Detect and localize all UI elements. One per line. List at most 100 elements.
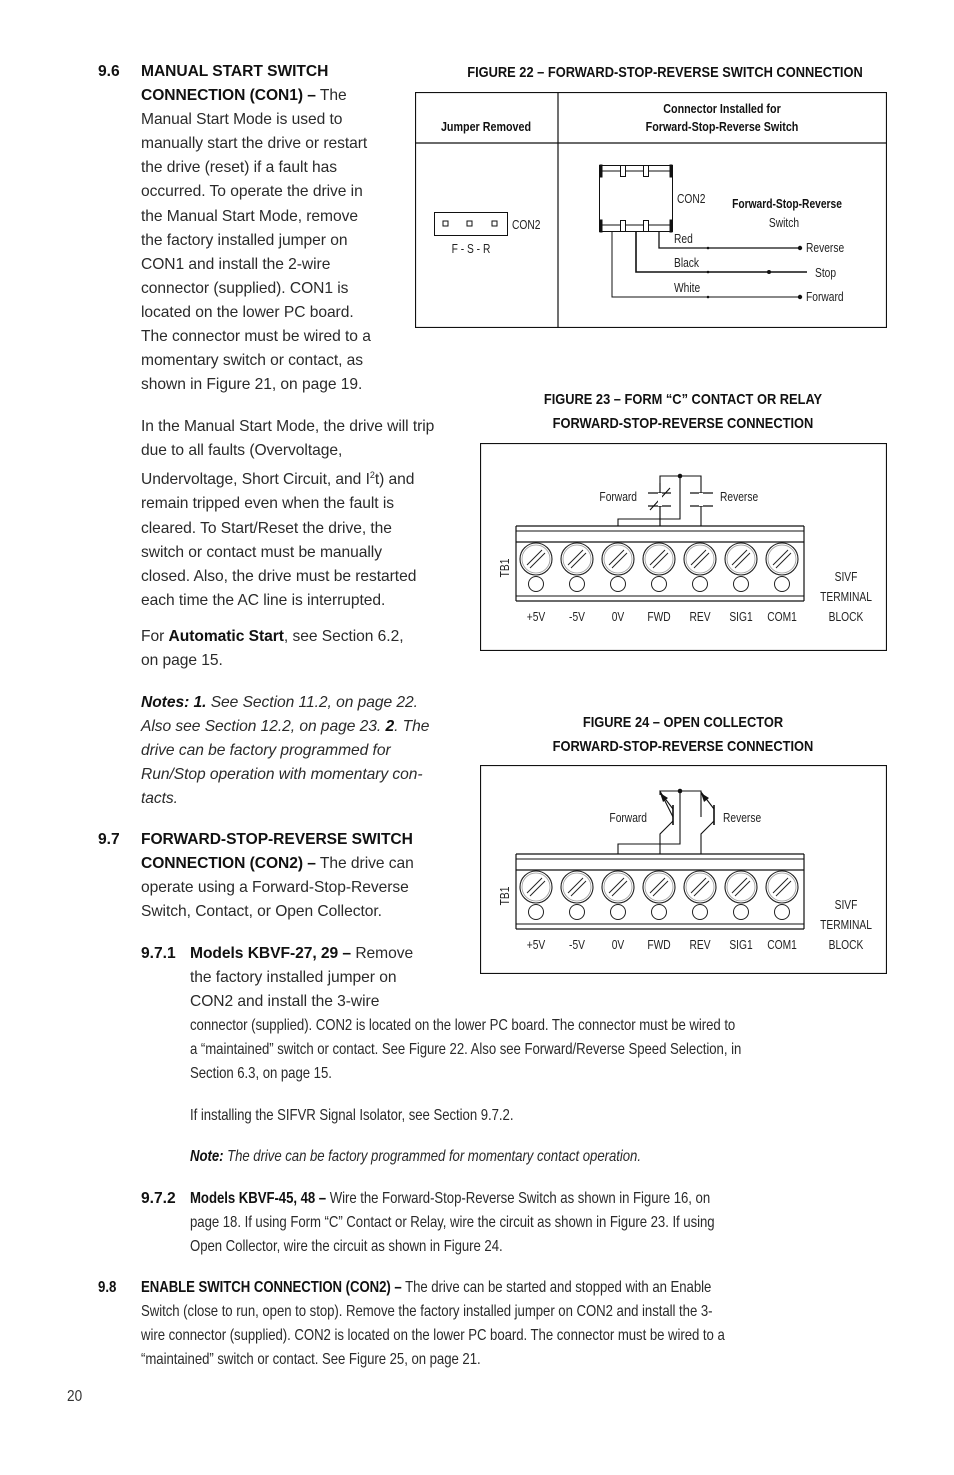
forward-label: Forward xyxy=(599,491,637,504)
section-heading: ENABLE SWITCH CONNECTION (CON2) – xyxy=(141,1279,402,1296)
text-line: remain tripped even when the fault is xyxy=(141,495,394,513)
text-line: Switch, Contact, or Open Collector. xyxy=(141,903,382,921)
text-line: Models KBVF-45, 48 – Wire the Forward-St… xyxy=(190,1187,798,1211)
tb1-label: TB1 xyxy=(499,887,512,906)
text-line: The xyxy=(315,87,347,105)
wire-white-label: White xyxy=(674,282,700,295)
jumper-pin-labels: F - S - R xyxy=(452,243,491,256)
text-line: “maintained” switch or contact. See Figu… xyxy=(141,1351,481,1369)
section-9-7-2-body: Models KBVF-45, 48 – Wire the Forward-St… xyxy=(190,1187,910,1259)
text-line: due to all faults (Overvoltage, xyxy=(141,442,343,460)
terminal-screw-rev xyxy=(683,542,717,592)
text-line: Undervoltage, Short Circuit, and I xyxy=(141,471,370,489)
switch-label-line1: Forward-Stop-Reverse xyxy=(732,198,842,211)
terminal-screw-fwd xyxy=(642,542,676,592)
junction-dot xyxy=(706,295,710,299)
screw-icon xyxy=(683,542,717,576)
screw-icon xyxy=(724,542,758,576)
section-9-7-1-body: Models KBVF-27, 29 – Remove the factory … xyxy=(190,942,480,1014)
section-9-6-para2: In the Manual Start Mode, the drive will… xyxy=(141,415,471,613)
terminal-label: 0V xyxy=(612,611,625,624)
text-line: Run/Stop operation with momentary con- xyxy=(141,766,423,784)
text-line: If installing the SIFVR Signal Isolator,… xyxy=(190,1107,514,1124)
switch-label-line2: Switch xyxy=(769,217,799,230)
text-line: Open Collector, wire the circuit as show… xyxy=(190,1238,503,1256)
text-line: the drive (reset) if a fault has xyxy=(141,159,338,177)
text-run: Remove xyxy=(351,945,414,962)
terminal-screw-5v xyxy=(519,542,553,592)
figure-23-title-line2: FORWARD-STOP-REVERSE CONNECTION xyxy=(552,416,814,432)
figure-22-title: FIGURE 22 – FORWARD-STOP-REVERSE SWITCH … xyxy=(467,65,863,81)
col1-header: Jumper Removed xyxy=(441,120,531,134)
text-line: Manual Start Mode is used to xyxy=(141,111,343,129)
terminal-screw-0v xyxy=(601,870,635,920)
connector-con2-label: CON2 xyxy=(677,193,705,206)
figure-23-diagram: Forward Reverse +5V -5V 0V FWD REV SIG1 COM1 TB… xyxy=(480,443,887,651)
screw-icon xyxy=(642,870,676,904)
note-number: 2 xyxy=(385,718,395,736)
terminal-label: +5V xyxy=(527,939,546,952)
text-line: momentary switch or contact, as xyxy=(141,352,364,370)
figure-22-diagram: Jumper Removed Connector Installed for F… xyxy=(415,92,887,328)
text-run: Wire the Forward-Stop-Reverse Switch as … xyxy=(326,1190,711,1207)
terminal-block-name: TERMINAL xyxy=(820,591,872,604)
wire-red-label: Red xyxy=(674,233,693,246)
text-line: the Manual Start Mode, remove xyxy=(141,207,358,225)
section-9-6-body: MANUAL START SWITCH CONNECTION (CON1) – … xyxy=(141,60,461,397)
screw-icon xyxy=(642,542,676,576)
con2-header-jumper xyxy=(434,212,508,236)
terminal-screw-5v xyxy=(519,870,553,920)
text-line: occurred. To operate the drive in xyxy=(141,183,363,201)
note-label: Note: xyxy=(190,1148,224,1165)
section-heading: MANUAL START SWITCH xyxy=(141,63,329,80)
figure-24-title: FIGURE 24 – OPEN COLLECTOR FORWARD-STOP-… xyxy=(463,711,903,759)
pin-icon xyxy=(442,220,449,227)
terminal-hole-icon xyxy=(774,576,790,592)
terminal-label: FWD xyxy=(647,939,670,952)
text-run: The drive can be factory programmed for … xyxy=(223,1148,641,1165)
terminal-label: +5V xyxy=(527,611,546,624)
text-line: t) and xyxy=(374,471,415,489)
terminal-screw-sig1 xyxy=(724,870,758,920)
section-heading-cont: CONNECTION (CON1) – xyxy=(141,87,316,105)
screw-icon xyxy=(724,870,758,904)
common-junction-dot xyxy=(677,788,683,794)
figure-24-diagram: Forward Reverse +5V -5V 0V FWD REV SIG1 COM1 TB… xyxy=(480,765,887,974)
wire-white xyxy=(611,232,799,298)
text-line: operate using a Forward-Stop-Reverse xyxy=(141,879,409,897)
terminal-hole-icon xyxy=(610,576,626,592)
terminal-hole-icon xyxy=(569,576,585,592)
jumper-con2-label: CON2 xyxy=(512,219,540,232)
text-line: shown in Figure 21, on page 19. xyxy=(141,376,363,394)
text-line: The connector must be wired to a xyxy=(141,328,371,346)
text-line: a “maintained” switch or contact. See Fi… xyxy=(190,1041,742,1059)
text-line: drive can be factory programmed for xyxy=(141,742,391,760)
terminal-label: SIG1 xyxy=(729,939,752,952)
screw-icon xyxy=(601,870,635,904)
terminal-stop-label: Stop xyxy=(815,267,836,280)
terminal-hole-icon xyxy=(774,904,790,920)
screw-icon xyxy=(519,870,553,904)
terminal-screw-com1 xyxy=(765,542,799,592)
terminal-hole-icon xyxy=(692,576,708,592)
wire-black xyxy=(635,232,807,273)
terminal-block-name: BLOCK xyxy=(829,939,864,952)
terminal-screw-0v xyxy=(601,542,635,592)
section-number: 9.6 xyxy=(98,63,120,80)
text-run: For xyxy=(141,628,169,645)
terminal-hole-icon xyxy=(651,904,667,920)
terminal-label: SIG1 xyxy=(729,611,752,624)
section-9-7-1-wide: connector (supplied). CON2 is located on… xyxy=(190,1014,910,1086)
switch-common-dot xyxy=(767,270,771,274)
text-line: CON1 and install the 2-wire xyxy=(141,255,331,273)
terminal-label: -5V xyxy=(569,611,585,624)
note-line: Note: The drive can be factory programme… xyxy=(190,1145,798,1169)
terminal-block-name: SIVF xyxy=(835,899,858,912)
section-9-6-para3: For Automatic Start, see Section 6.2, on… xyxy=(141,625,471,673)
terminal-reverse-label: Reverse xyxy=(806,242,844,255)
section-number: 9.8 xyxy=(98,1279,117,1296)
screw-icon xyxy=(683,870,717,904)
text-line: cleared. To Start/Reset the drive, the xyxy=(141,519,392,537)
common-junction-dot xyxy=(677,473,683,479)
reverse-label: Reverse xyxy=(720,491,758,504)
